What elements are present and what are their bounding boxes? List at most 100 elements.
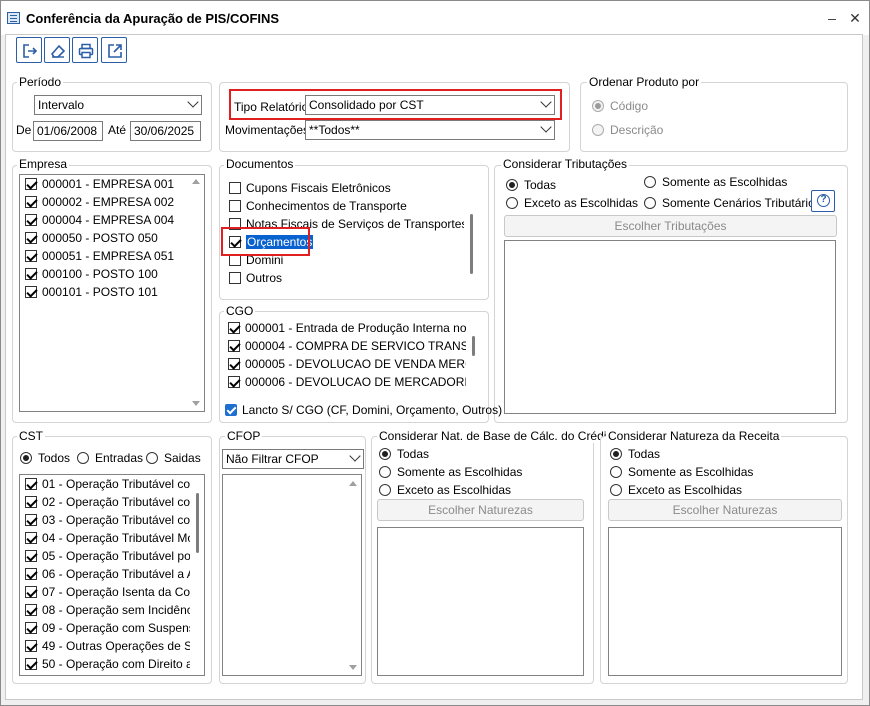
scroll-down-icon[interactable] — [349, 665, 357, 670]
checkbox[interactable] — [228, 358, 240, 370]
checkbox[interactable] — [228, 322, 240, 334]
checkbox[interactable] — [25, 496, 37, 508]
list-item[interactable]: 08 - Operação sem Incidência — [20, 601, 204, 619]
exit-button[interactable] — [16, 37, 42, 63]
list-item[interactable]: 50 - Operação com Direito a C — [20, 655, 204, 673]
natbase-todas-radio[interactable] — [379, 448, 391, 460]
list-item[interactable]: 07 - Operação Isenta da Contr — [20, 583, 204, 601]
escolher-naturezas-button[interactable]: Escolher Naturezas — [377, 499, 584, 521]
scroll-thumb[interactable] — [196, 493, 199, 553]
checkbox[interactable] — [25, 568, 37, 580]
natreceita-somente-radio[interactable] — [610, 466, 622, 478]
checkbox[interactable] — [25, 478, 37, 490]
cst-scrollbar[interactable] — [190, 475, 204, 675]
checkbox[interactable] — [25, 514, 37, 526]
cgo-scrollbar[interactable] — [466, 318, 480, 392]
list-item[interactable]: Conhecimentos de Transporte — [224, 197, 480, 215]
checkbox[interactable] — [25, 658, 37, 670]
help-button[interactable]: ? — [811, 190, 835, 212]
close-button[interactable]: ✕ — [847, 10, 863, 26]
list-item[interactable]: 06 - Operação Tributável a Alí — [20, 565, 204, 583]
somente-radio[interactable] — [644, 176, 656, 188]
checkbox[interactable] — [25, 232, 37, 244]
checkbox[interactable] — [25, 640, 37, 652]
cenarios-radio[interactable] — [644, 197, 656, 209]
cfop-list — [222, 474, 362, 676]
periodo-value: Intervalo — [38, 98, 85, 112]
list-item[interactable]: 000004 - COMPRA DE SERVICO TRANSPO — [223, 337, 480, 355]
scroll-up-icon[interactable] — [192, 179, 200, 184]
natreceita-exceto-radio[interactable] — [610, 484, 622, 496]
list-item[interactable]: 03 - Operação Tributável com — [20, 511, 204, 529]
escolher-tributacoes-button[interactable]: Escolher Tributações — [504, 215, 837, 237]
cfop-scrollbar[interactable] — [345, 475, 361, 675]
checkbox[interactable] — [25, 250, 37, 262]
todas-radio[interactable] — [506, 179, 518, 191]
list-item[interactable]: 000050 - POSTO 050 — [20, 229, 204, 247]
documentos-scrollbar[interactable] — [464, 176, 480, 288]
codigo-label: Código — [610, 99, 649, 113]
list-item[interactable]: 000101 - POSTO 101 — [20, 283, 204, 301]
clear-button[interactable] — [44, 37, 70, 63]
list-item[interactable]: Cupons Fiscais Eletrônicos — [224, 179, 480, 197]
exceto-radio[interactable] — [506, 197, 518, 209]
print-button[interactable] — [72, 37, 98, 63]
natreceita-todas-radio[interactable] — [610, 448, 622, 460]
periodo-combo[interactable]: Intervalo — [34, 95, 202, 115]
cst-entradas-radio[interactable] — [77, 452, 89, 464]
cst-label: CST — [17, 429, 45, 443]
list-item[interactable]: 01 - Operação Tributável com — [20, 475, 204, 493]
date-to-input[interactable]: 30/06/2025 — [130, 121, 201, 141]
checkbox[interactable] — [228, 340, 240, 352]
scroll-thumb[interactable] — [470, 214, 473, 274]
cst-saidas-radio[interactable] — [146, 452, 158, 464]
cst-todos-radio[interactable] — [20, 452, 32, 464]
checkbox[interactable] — [229, 272, 241, 284]
checkbox[interactable] — [25, 586, 37, 598]
checkbox[interactable] — [25, 532, 37, 544]
printer-icon — [78, 43, 94, 59]
list-item[interactable]: 000006 - DEVOLUCAO DE MERCADORIA S. — [223, 373, 480, 391]
list-item[interactable]: 05 - Operação Tributável por S — [20, 547, 204, 565]
codigo-radio[interactable] — [592, 100, 604, 112]
list-item[interactable]: 000100 - POSTO 100 — [20, 265, 204, 283]
list-item[interactable]: 04 - Operação Tributável Mono — [20, 529, 204, 547]
list-item[interactable]: 000004 - EMPRESA 004 — [20, 211, 204, 229]
checkbox[interactable] — [25, 550, 37, 562]
checkbox[interactable] — [229, 182, 241, 194]
lancto-checkbox[interactable] — [225, 404, 237, 416]
list-item[interactable]: 000001 - Entrada de Produção Interna no … — [223, 319, 480, 337]
empresa-scrollbar[interactable] — [188, 175, 204, 411]
scroll-up-icon[interactable] — [349, 481, 357, 486]
checkbox[interactable] — [25, 286, 37, 298]
checkbox[interactable] — [229, 200, 241, 212]
natbase-exceto-radio[interactable] — [379, 484, 391, 496]
list-item[interactable]: 000002 - EMPRESA 002 — [20, 193, 204, 211]
checkbox[interactable] — [228, 376, 240, 388]
movimentacoes-combo[interactable]: **Todos** — [305, 120, 555, 140]
minimize-button[interactable]: – — [824, 10, 840, 26]
checkbox[interactable] — [25, 268, 37, 280]
list-item[interactable]: Outros — [224, 269, 480, 287]
list-item[interactable]: 09 - Operação com Suspensão — [20, 619, 204, 637]
list-item[interactable]: 49 - Outras Operações de Saíc — [20, 637, 204, 655]
descricao-radio[interactable] — [592, 124, 604, 136]
checkbox[interactable] — [25, 196, 37, 208]
list-item[interactable]: 02 - Operação Tributável com — [20, 493, 204, 511]
checkbox[interactable] — [25, 622, 37, 634]
cst-list: 01 - Operação Tributável com 02 - Operaç… — [19, 474, 205, 676]
scroll-thumb[interactable] — [472, 336, 475, 356]
list-item[interactable]: 000001 - EMPRESA 001 — [20, 175, 204, 193]
natbase-somente-radio[interactable] — [379, 466, 391, 478]
checkbox[interactable] — [25, 214, 37, 226]
list-item[interactable]: 000051 - EMPRESA 051 — [20, 247, 204, 265]
list-item[interactable]: 000005 - DEVOLUCAO DE VENDA MERC. A — [223, 355, 480, 373]
export-button[interactable] — [101, 37, 127, 63]
checkbox[interactable] — [25, 604, 37, 616]
lancto-label: Lancto S/ CGO (CF, Domini, Orçamento, Ou… — [242, 403, 503, 417]
checkbox[interactable] — [25, 178, 37, 190]
escolher-naturezas-receita-button[interactable]: Escolher Naturezas — [608, 499, 842, 521]
scroll-down-icon[interactable] — [192, 401, 200, 406]
date-from-input[interactable]: 01/06/2008 — [33, 121, 103, 141]
cfop-combo[interactable]: Não Filtrar CFOP — [222, 449, 364, 469]
